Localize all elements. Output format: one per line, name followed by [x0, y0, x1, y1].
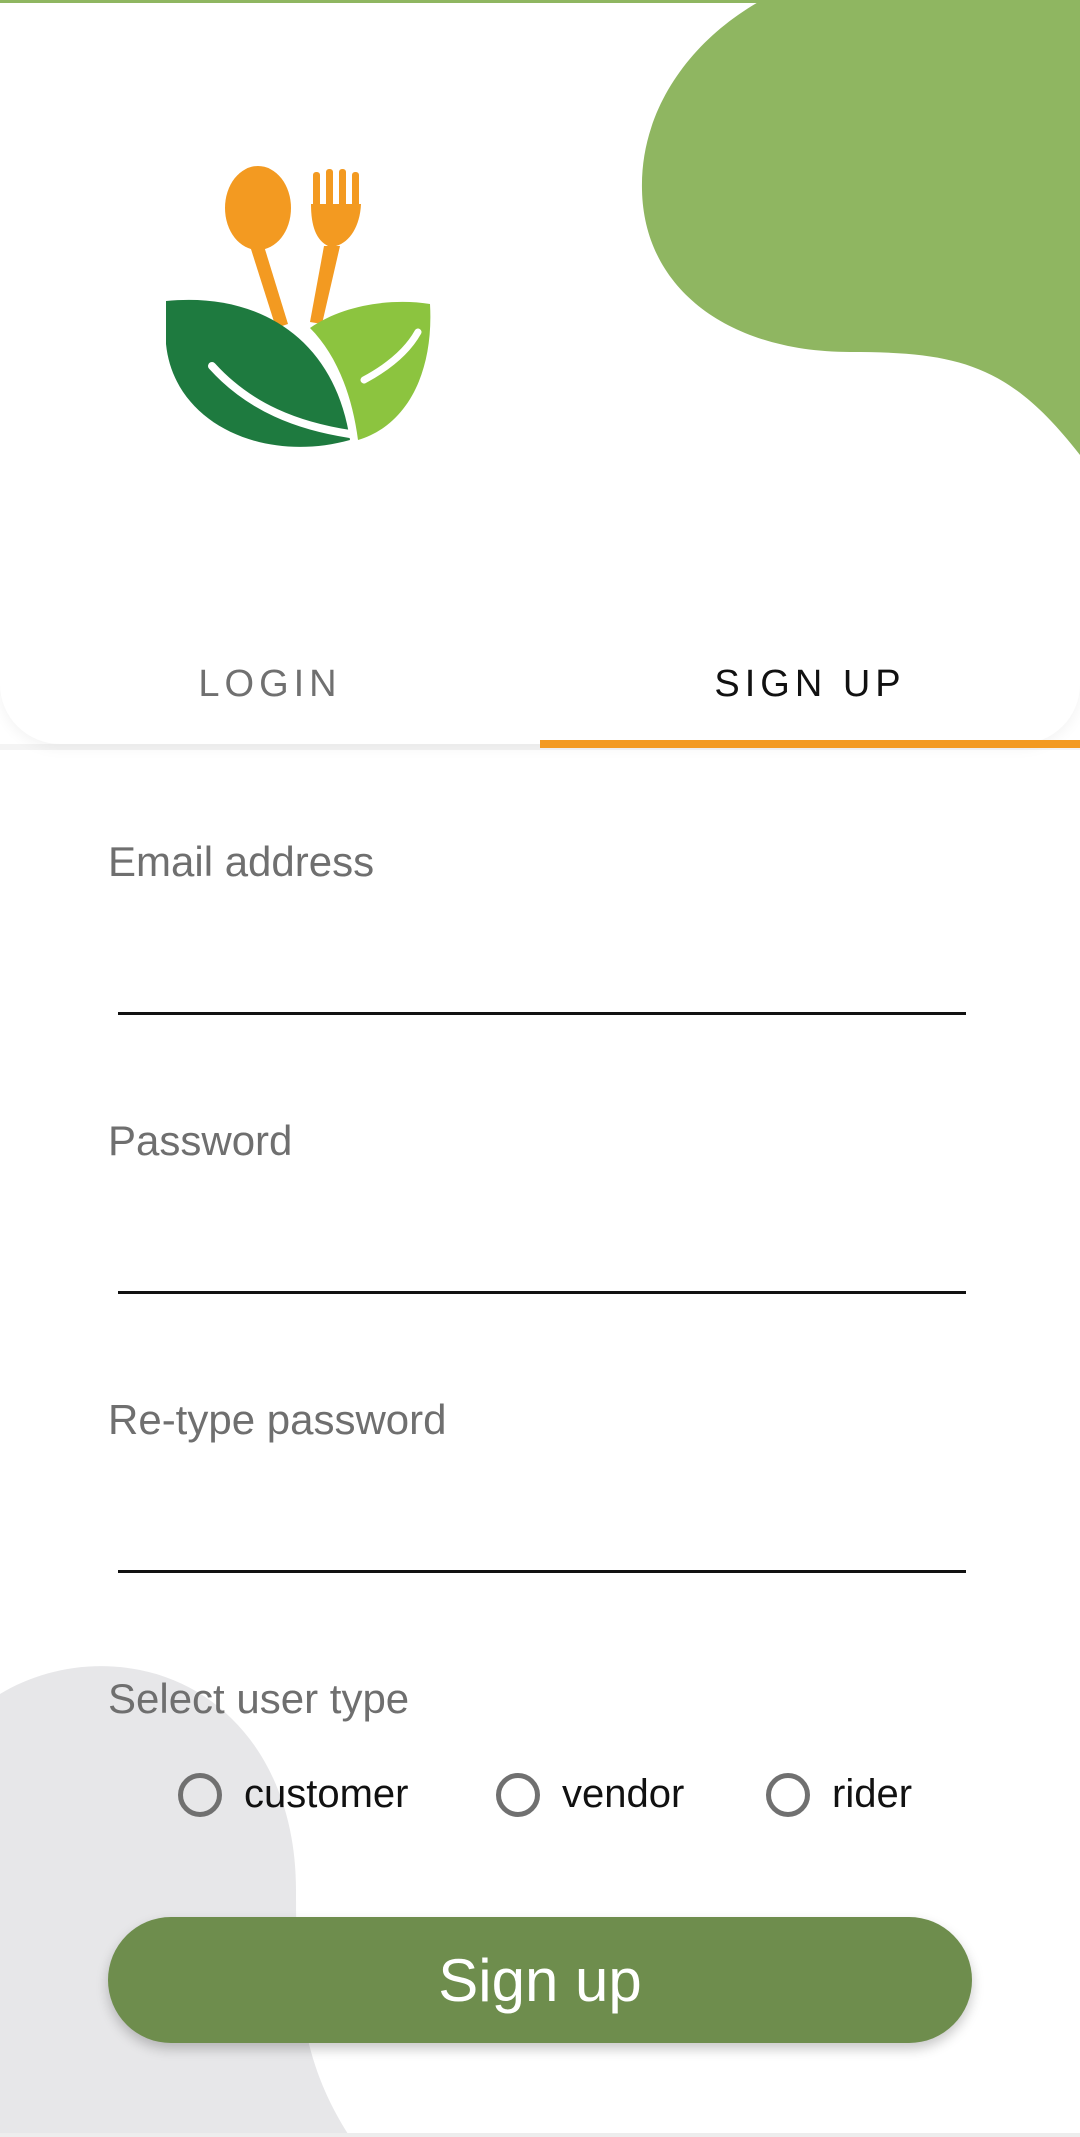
radio-vendor[interactable]: vendor	[496, 1772, 684, 1817]
password-field[interactable]	[118, 1225, 966, 1294]
bottom-left-grey-blob	[0, 1666, 350, 2137]
radio-circle-icon[interactable]	[178, 1772, 222, 1817]
radio-label-rider: rider	[832, 1772, 913, 1816]
retype-password-field[interactable]	[118, 1504, 966, 1573]
tab-signup[interactable]: SIGN UP	[540, 620, 1080, 748]
active-tab-indicator	[540, 740, 1080, 748]
tab-login[interactable]: LOGIN	[0, 620, 540, 748]
radio-label-customer: customer	[244, 1772, 409, 1816]
radio-customer[interactable]: customer	[178, 1772, 409, 1817]
auth-tabs: LOGIN SIGN UP	[0, 620, 1080, 748]
bottom-edge	[0, 2133, 1080, 2137]
user-type-radio-group: customer vendor rider	[0, 1772, 1080, 1832]
spoon-fork-leaves-logo	[166, 166, 431, 447]
retype-password-label: Re-type password	[108, 1396, 447, 1443]
password-label: Password	[108, 1117, 293, 1164]
radio-label-vendor: vendor	[562, 1772, 685, 1816]
radio-circle-icon[interactable]	[496, 1772, 540, 1817]
radio-rider[interactable]: rider	[766, 1772, 912, 1817]
email-label: Email address	[108, 838, 375, 885]
user-type-label: Select user type	[108, 1675, 410, 1722]
sign-up-button[interactable]: Sign up	[108, 1917, 972, 2043]
top-accent-line	[0, 0, 1080, 3]
email-field[interactable]	[118, 946, 966, 1015]
radio-circle-icon[interactable]	[766, 1772, 810, 1817]
